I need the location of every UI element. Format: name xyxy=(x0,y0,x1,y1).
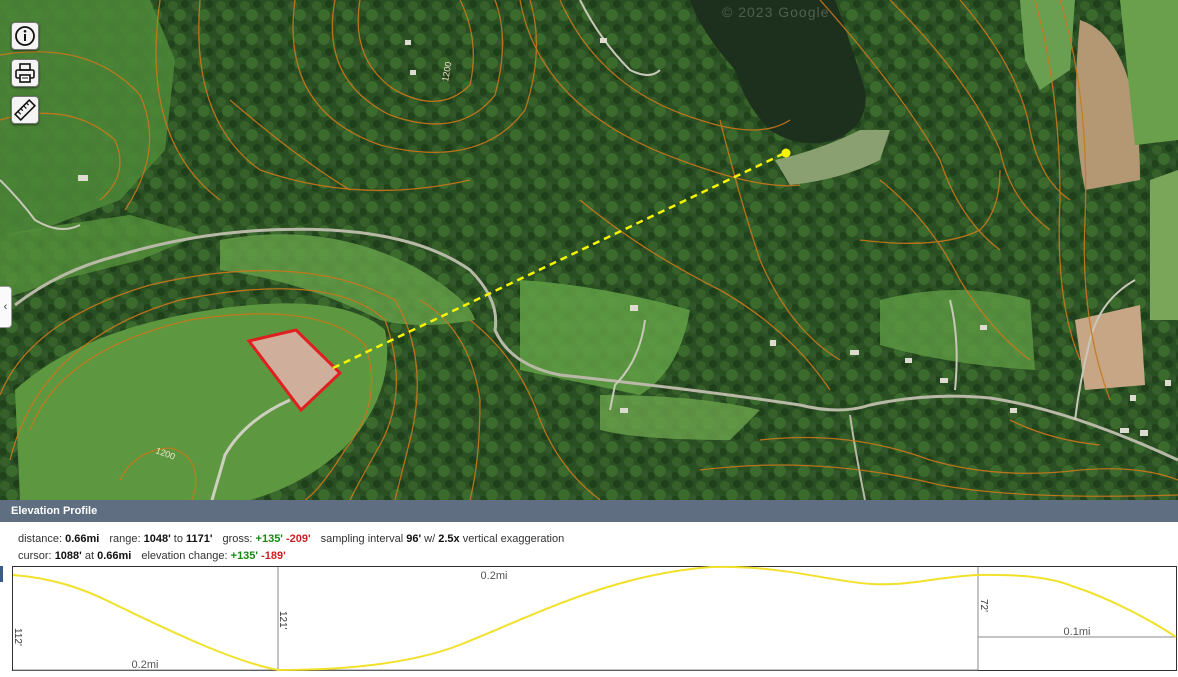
panel-edge-marker xyxy=(0,566,3,582)
profile-stats-line1: distance: 0.66mi range: 1048' to 1171' gro… xyxy=(18,533,565,545)
segment-height-label: 112' xyxy=(12,628,23,646)
elevation-profile-chart[interactable]: 112' 121' 72' 0.2mi 0.2mi 0.1mi xyxy=(12,565,1177,672)
print-button[interactable] xyxy=(11,59,39,87)
info-icon xyxy=(15,26,35,46)
panel-collapse-toggle[interactable]: ‹ xyxy=(0,286,12,328)
segment-height-label: 121' xyxy=(277,611,288,630)
satellite-imagery[interactable]: 1200 1200 xyxy=(0,0,1178,500)
profile-stats-line2: cursor: 1088' at 0.66mi elevation change:… xyxy=(18,550,286,562)
map-view[interactable]: 1200 1200 © 2023 Google ‹ xyxy=(0,0,1178,500)
exaggeration-value: 2.5x xyxy=(438,533,460,545)
measure-button[interactable] xyxy=(11,96,39,124)
profile-svg[interactable]: 112' 121' 72' 0.2mi 0.2mi 0.1mi xyxy=(12,565,1177,672)
info-button[interactable] xyxy=(11,22,39,50)
cursor-elevation: 1088' xyxy=(54,550,82,562)
print-icon xyxy=(15,63,35,83)
ruler-icon xyxy=(14,99,36,121)
segment-distance-label: 0.1mi xyxy=(1064,626,1091,638)
segment-height-label: 72' xyxy=(978,599,989,612)
elevation-profile-header: Elevation Profile xyxy=(0,500,1178,522)
sampling-interval: 96' xyxy=(406,533,422,545)
change-loss: -189' xyxy=(261,550,286,562)
segment-distance-label: 0.2mi xyxy=(481,570,508,582)
cursor-distance: 0.66mi xyxy=(97,550,132,562)
gross-gain: +135' xyxy=(255,533,283,545)
gross-loss: -209' xyxy=(286,533,311,545)
change-gain: +135' xyxy=(230,550,259,562)
segment-distance-label: 0.2mi xyxy=(132,659,159,671)
profile-frame xyxy=(12,566,1177,671)
range-low: 1048' xyxy=(143,533,171,545)
distance-value: 0.66mi xyxy=(65,533,100,545)
measure-endpoint[interactable] xyxy=(781,148,791,158)
range-high: 1171' xyxy=(186,533,213,545)
map-watermark: © 2023 Google xyxy=(722,4,830,20)
